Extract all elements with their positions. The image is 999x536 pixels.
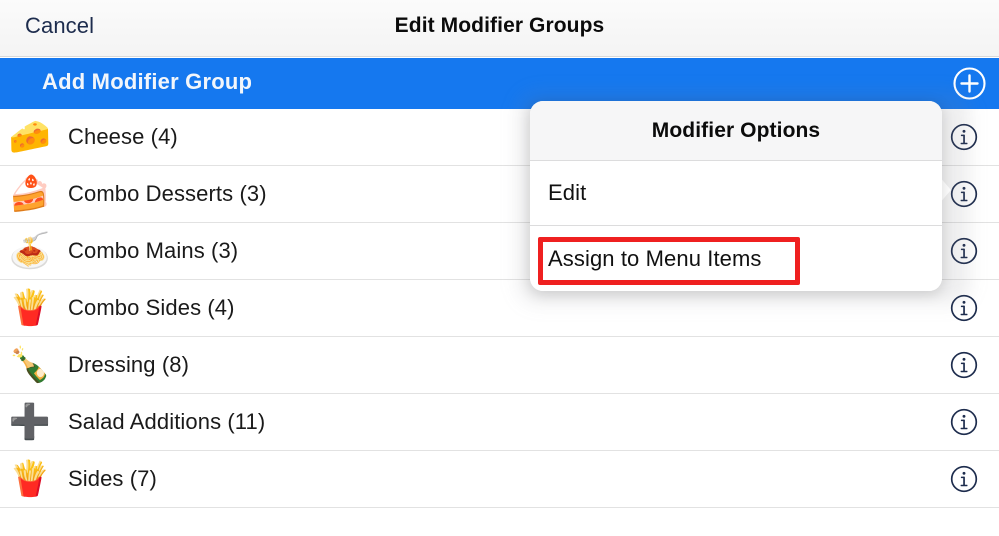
cake-slice-icon: 🍰	[8, 174, 52, 214]
page-title: Edit Modifier Groups	[394, 14, 605, 37]
table-row[interactable]: 🍟 Sides (7)	[0, 451, 999, 508]
add-modifier-group-label: Add Modifier Group	[42, 69, 253, 94]
screen-edit-modifier-groups: Cancel Edit Modifier Groups Add Modifier…	[0, 0, 999, 536]
modifier-group-label: Cheese (4)	[68, 124, 178, 149]
modifier-options-popup: Modifier Options Edit Assign to Menu Item…	[530, 101, 942, 291]
popup-item-list: Edit Assign to Menu Items	[530, 161, 942, 291]
french-fries-icon: 🍟	[8, 459, 52, 499]
plus-sign-icon: ➕	[8, 402, 52, 442]
modifier-group-label: Combo Mains (3)	[68, 238, 239, 263]
popup-title: Modifier Options	[651, 118, 821, 142]
info-circle-icon[interactable]	[950, 408, 978, 436]
modifier-group-label: Salad Additions (11)	[68, 409, 266, 434]
table-row[interactable]: 🍾 Dressing (8)	[0, 337, 999, 394]
bottle-icon: 🍾	[8, 345, 52, 385]
info-circle-icon[interactable]	[950, 180, 978, 208]
modifier-group-label: Combo Desserts (3)	[68, 181, 267, 206]
french-fries-icon: 🍟	[8, 288, 52, 328]
info-circle-icon[interactable]	[950, 237, 978, 265]
info-circle-icon[interactable]	[950, 294, 978, 322]
info-circle-icon[interactable]	[950, 351, 978, 379]
info-circle-icon[interactable]	[950, 123, 978, 151]
popup-menu-item[interactable]: Assign to Menu Items	[530, 226, 942, 291]
popup-header: Modifier Options	[530, 101, 942, 161]
modifier-group-label: Combo Sides (4)	[68, 295, 235, 320]
modifier-group-label: Dressing (8)	[68, 352, 190, 377]
navigation-bar: Cancel Edit Modifier Groups	[0, 0, 999, 57]
table-row[interactable]: ➕ Salad Additions (11)	[0, 394, 999, 451]
info-circle-icon[interactable]	[950, 465, 978, 493]
spaghetti-icon: 🍝	[8, 231, 52, 271]
modifier-group-label: Sides (7)	[68, 466, 157, 491]
cheese-wedge-icon: 🧀	[8, 117, 52, 157]
popup-menu-item[interactable]: Edit	[530, 161, 942, 226]
plus-circle-icon[interactable]	[952, 66, 987, 101]
